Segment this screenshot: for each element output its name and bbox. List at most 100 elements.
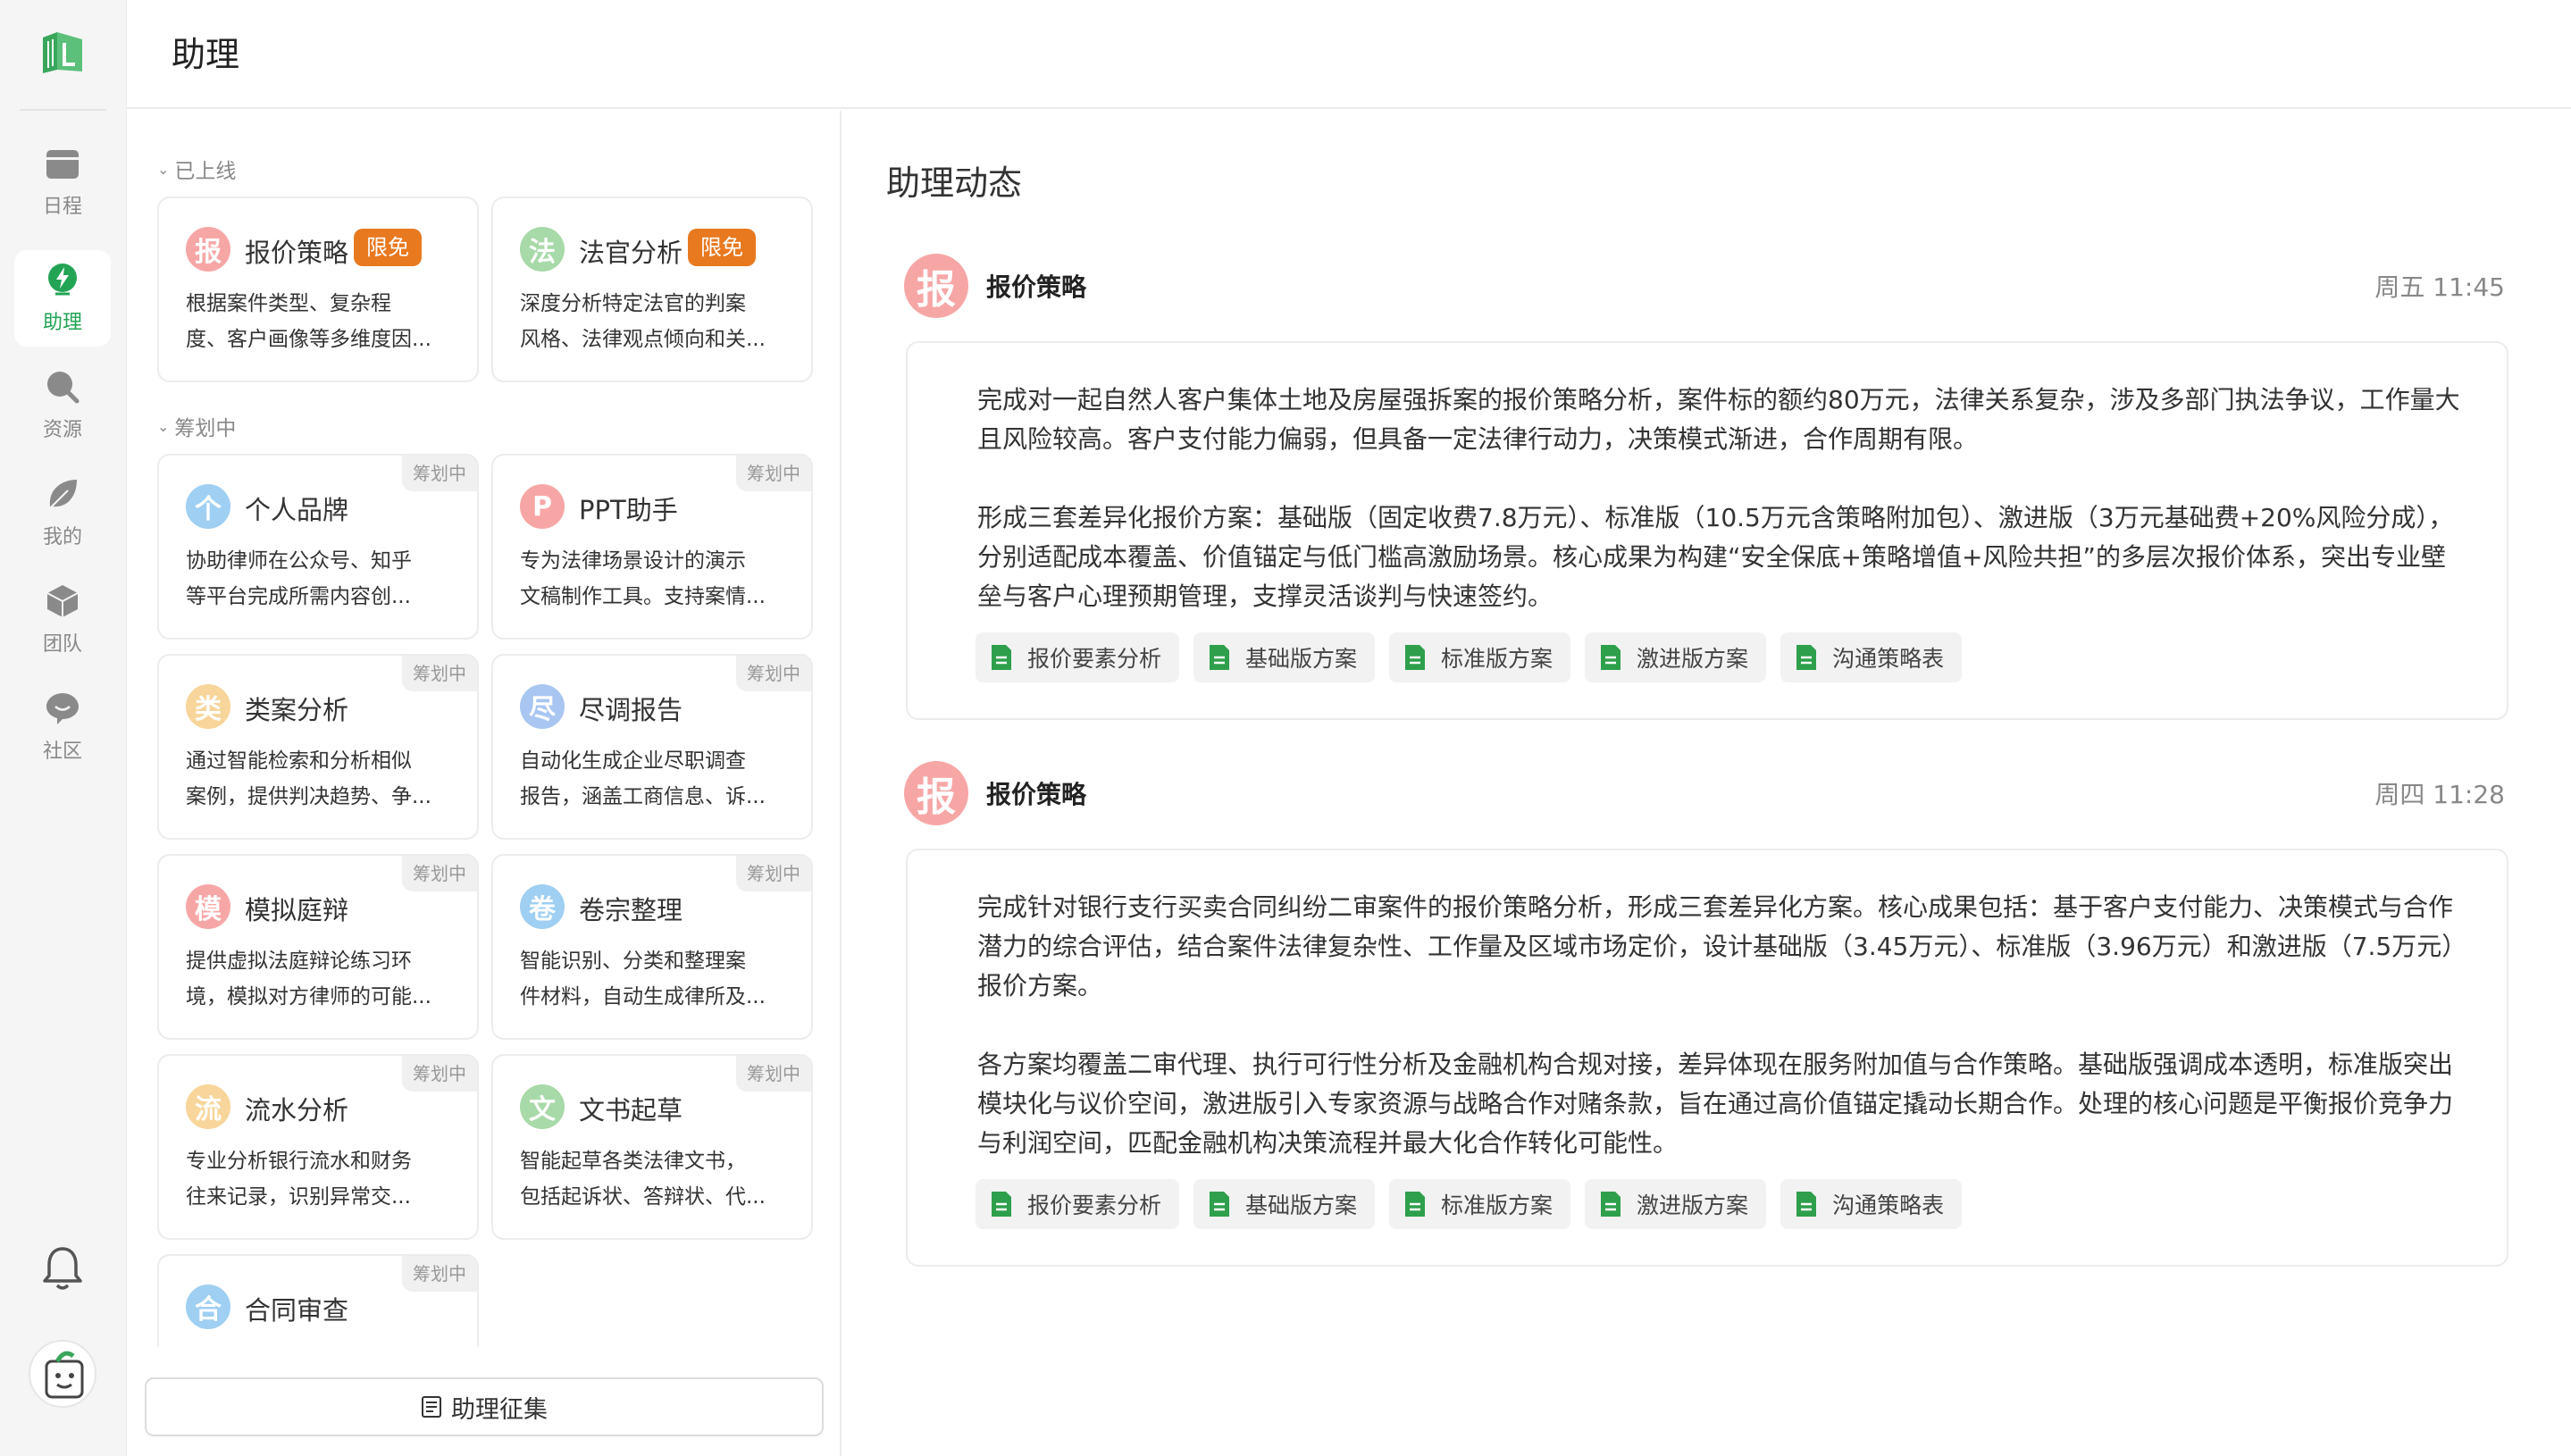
- card-description: 提供虚拟法庭辩论练习环 境，模拟对方律师的可能...: [186, 950, 431, 1008]
- entry-timestamp: 周五 11:45: [2374, 272, 2505, 302]
- planning-badge: 筹划中: [402, 456, 477, 491]
- planning-badge: 筹划中: [736, 456, 811, 491]
- section-online-label: 已上线: [174, 160, 237, 183]
- assistant-card-case-analysis[interactable]: 筹划中 类 类案分析 通过智能检索和分析相似 案例，提供判决趋势、争...: [157, 654, 479, 840]
- assistant-card-doc-drafting[interactable]: 筹划中 文 文书起草 智能起草各类法律文书， 包括起诉状、答辩状、代...: [491, 1054, 813, 1240]
- planning-badge: 筹划中: [402, 1256, 477, 1292]
- calendar-icon: [45, 146, 80, 181]
- cube-icon: [45, 583, 80, 619]
- attachment-chip[interactable]: 报价要素分析: [976, 632, 1180, 682]
- nav-item-community[interactable]: 社区: [14, 679, 111, 775]
- nav-label: 社区: [42, 741, 82, 763]
- nav-label: 团队: [42, 633, 82, 656]
- attachment-chip[interactable]: 基础版方案: [1193, 632, 1376, 682]
- nav-label: 助理: [42, 312, 82, 334]
- entry-paragraph: 形成三套差异化报价方案：基础版（固定收费7.8万元）、标准版（10.5万元含策略…: [977, 503, 2454, 611]
- assistant-card-due-diligence[interactable]: 筹划中 尽 尽调报告 自动化生成企业尽职调查 报告，涵盖工商信息、诉...: [491, 654, 813, 840]
- nav-label: 资源: [42, 419, 82, 441]
- assistant-card-mock-trial[interactable]: 筹划中 模 模拟庭辩 提供虚拟法庭辩论练习环 境，模拟对方律师的可能...: [157, 854, 479, 1040]
- card-title: 模拟庭辩: [245, 895, 349, 925]
- assistant-list-panel: ⌄ 已上线 报 报价策略 限免 根据案件类型、复杂程 度、客户画像等多维度因...…: [127, 111, 842, 1456]
- attachment-chip[interactable]: 沟通策略表: [1780, 632, 1963, 682]
- card-description: 专为法律场景设计的演示 文稿制作工具。支持案情...: [520, 549, 766, 608]
- free-badge: 限免: [688, 229, 756, 266]
- card-title: 流水分析: [245, 1095, 349, 1125]
- planning-badge: 筹划中: [736, 856, 811, 891]
- chevron-down-icon: ⌄: [157, 160, 170, 178]
- nav-label: 我的: [42, 526, 82, 548]
- entry-paragraph: 完成对一起自然人客户集体土地及房屋强拆案的报价策略分析，案件标的额约80万元，法…: [977, 385, 2460, 454]
- assistant-card-ppt-helper[interactable]: 筹划中 P PPT助手 专为法律场景设计的演示 文稿制作工具。支持案情...: [491, 454, 813, 640]
- document-icon: [1796, 1192, 1817, 1217]
- card-title: 报价策略: [245, 238, 349, 268]
- assistant-brand-icon: 个: [186, 484, 230, 529]
- chat-bubble-icon: [45, 690, 80, 726]
- leaf-icon: [45, 476, 80, 512]
- user-avatar[interactable]: [29, 1340, 96, 1408]
- assistant-card-quote-strategy[interactable]: 报 报价策略 限免 根据案件类型、复杂程 度、客户画像等多维度因...: [157, 197, 479, 382]
- assistant-card-bank-flow[interactable]: 筹划中 流 流水分析 专业分析银行流水和财务 往来记录，识别异常交...: [157, 1054, 479, 1240]
- nav-item-team[interactable]: 团队: [14, 572, 111, 668]
- attachment-chips: 报价要素分析 基础版方案 标准版方案 激进版方案 沟通策略表: [976, 632, 1976, 682]
- assistant-flow-icon: 流: [186, 1084, 230, 1129]
- assistant-ppt-icon: P: [520, 484, 565, 529]
- chevron-down-icon: ⌄: [157, 417, 170, 435]
- card-title: 类案分析: [245, 695, 349, 725]
- attachment-chip[interactable]: 标准版方案: [1389, 1179, 1571, 1229]
- card-title: 文书起草: [579, 1095, 683, 1125]
- card-title: 法官分析: [579, 238, 683, 268]
- card-title: PPT助手: [579, 495, 678, 525]
- nav-item-schedule[interactable]: 日程: [14, 134, 111, 230]
- entry-paragraph: 各方案均覆盖二审代理、执行可行性分析及金融机构合规对接，差异体现在服务附加值与合…: [977, 1050, 2454, 1158]
- bell-icon[interactable]: [41, 1245, 84, 1292]
- collect-button-label: 助理征集: [451, 1395, 548, 1424]
- attachment-chips: 报价要素分析 基础版方案 标准版方案 激进版方案 沟通策略表: [976, 1179, 1976, 1229]
- card-title: 卷宗整理: [579, 895, 683, 925]
- feed-title: 助理动态: [886, 163, 1023, 203]
- assistant-drafting-icon: 文: [520, 1084, 565, 1129]
- card-description: 专业分析银行流水和财务 往来记录，识别异常交...: [186, 1150, 412, 1209]
- card-title: 尽调报告: [579, 695, 683, 725]
- assistant-judge-icon: 法: [520, 227, 565, 272]
- entry-avatar-icon: 报: [904, 761, 968, 825]
- nav-item-assistant[interactable]: 助理: [14, 250, 111, 347]
- assistant-feed-panel: 助理动态 报 报价策略 周五 11:45 完成对一起自然人客户集体土地及房屋强拆…: [843, 111, 2571, 1456]
- card-title: 合同审查: [245, 1295, 349, 1326]
- attachment-chip[interactable]: 标准版方案: [1389, 632, 1571, 682]
- entry-assistant-name: 报价策略: [986, 780, 1087, 809]
- assistant-trial-icon: 模: [186, 884, 230, 929]
- card-description: 智能识别、分类和整理案 件材料，自动生成律所及...: [520, 950, 766, 1008]
- nav-item-mine[interactable]: 我的: [14, 464, 111, 561]
- planning-badge: 筹划中: [402, 856, 477, 891]
- planning-badge: 筹划中: [736, 656, 811, 691]
- document-icon: [992, 1192, 1011, 1217]
- card-description: 协助律师在公众号、知乎 等平台完成所需内容创...: [186, 549, 412, 608]
- entry-avatar-icon: 报: [904, 254, 968, 318]
- document-icon: [992, 645, 1011, 670]
- nav-divider: [20, 109, 106, 111]
- assistant-card-file-organize[interactable]: 筹划中 卷 卷宗整理 智能识别、分类和整理案 件材料，自动生成律所及...: [491, 854, 813, 1040]
- attachment-chip[interactable]: 沟通策略表: [1780, 1179, 1963, 1229]
- attachment-chip[interactable]: 激进版方案: [1585, 632, 1767, 682]
- left-nav: 日程 助理 资源 我的 团队 社区: [0, 0, 127, 1456]
- collect-assistant-button[interactable]: 助理征集: [145, 1377, 824, 1436]
- attachment-chip[interactable]: 报价要素分析: [976, 1179, 1180, 1229]
- free-badge: 限免: [354, 229, 422, 266]
- top-header: 助理: [127, 0, 2571, 109]
- assistant-card-personal-brand[interactable]: 筹划中 个 个人品牌 协助律师在公众号、知乎 等平台完成所需内容创...: [157, 454, 479, 640]
- document-icon: [1405, 1192, 1426, 1217]
- entry-assistant-name: 报价策略: [986, 272, 1087, 302]
- planning-badge: 筹划中: [402, 656, 477, 691]
- card-description: 根据案件类型、复杂程 度、客户画像等多维度因...: [186, 292, 431, 351]
- assistant-card-judge-analysis[interactable]: 法 法官分析 限免 深度分析特定法官的判案 风格、法律观点倾向和关...: [491, 197, 813, 382]
- card-description: 智能起草各类法律文书， 包括起诉状、答辩状、代...: [520, 1150, 766, 1209]
- section-planning-toggle[interactable]: ⌄ 筹划中: [157, 411, 236, 441]
- document-list-icon: [422, 1396, 441, 1418]
- section-online-toggle[interactable]: ⌄ 已上线: [157, 154, 236, 184]
- nav-item-resources[interactable]: 资源: [14, 357, 111, 454]
- attachment-chip[interactable]: 基础版方案: [1193, 1179, 1376, 1229]
- app-logo-icon[interactable]: [36, 25, 89, 79]
- attachment-chip[interactable]: 激进版方案: [1585, 1179, 1767, 1229]
- entry-content-box: 完成对一起自然人客户集体土地及房屋强拆案的报价策略分析，案件标的额约80万元，法…: [906, 341, 2508, 720]
- nav-label: 日程: [42, 196, 82, 218]
